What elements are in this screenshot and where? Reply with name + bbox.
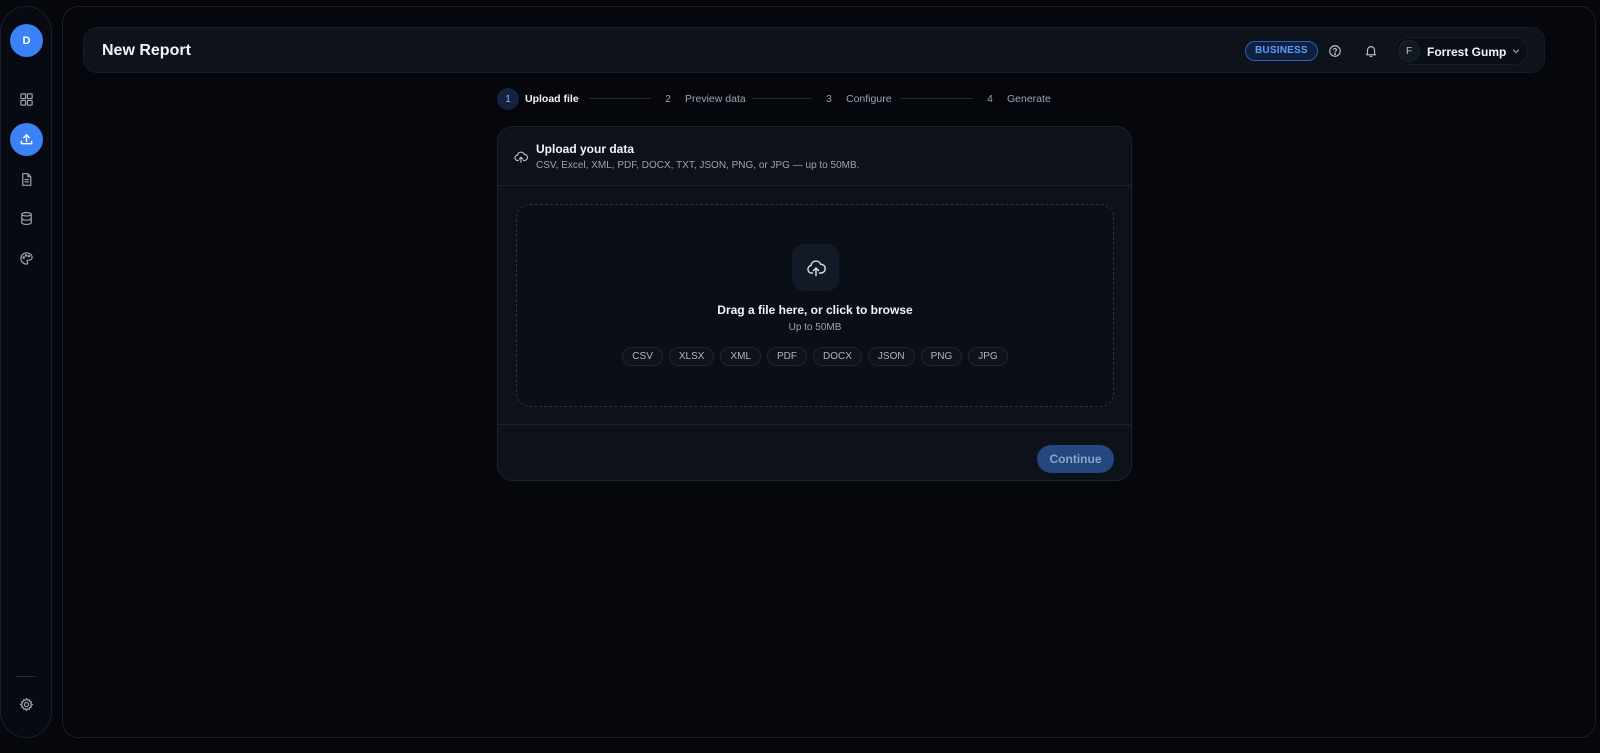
chevron-down-icon xyxy=(1512,49,1520,54)
step-upload-file[interactable]: 1 Upload file xyxy=(497,87,579,111)
user-menu[interactable]: F Forrest Gump xyxy=(1394,37,1528,65)
page-title: New Report xyxy=(102,42,191,59)
format-chip: PNG xyxy=(920,347,963,366)
sidebar-item-dashboard[interactable] xyxy=(10,83,43,116)
step-generate[interactable]: 4 Generate xyxy=(979,87,1051,111)
help-circle-icon xyxy=(1329,45,1341,57)
cloud-upload-icon xyxy=(806,259,826,276)
dropzone-subtitle: Up to 50MB xyxy=(788,322,842,333)
format-chip: XML xyxy=(720,347,761,366)
card-subtitle: CSV, Excel, XML, PDF, DOCX, TXT, JSON, P… xyxy=(536,160,860,171)
step-connector xyxy=(752,98,812,99)
gear-icon xyxy=(19,697,34,712)
file-dropzone[interactable]: Drag a file here, or click to browse Up … xyxy=(516,204,1114,407)
upload-icon xyxy=(20,134,33,145)
avatar-initial: F xyxy=(1405,45,1413,57)
help-button[interactable] xyxy=(1326,42,1344,60)
format-chip: PDF xyxy=(767,347,807,366)
card-title: Upload your data xyxy=(536,142,635,156)
sidebar-divider xyxy=(16,676,36,677)
step-label: Upload file xyxy=(525,93,579,105)
format-chip: XLSX xyxy=(668,347,715,366)
notifications-button[interactable] xyxy=(1362,42,1380,60)
format-chip: CSV xyxy=(622,347,663,366)
app-logo[interactable]: D xyxy=(10,24,43,57)
dropzone-title: Drag a file here, or click to browse xyxy=(717,303,913,317)
plan-badge: BUSINESS xyxy=(1245,41,1318,61)
app-root: D New Report BUSINESS F Forrest Gump 1 U… xyxy=(0,0,1600,753)
format-chip: JPG xyxy=(968,347,1008,366)
logo-letter: D xyxy=(22,34,31,47)
step-number: 3 xyxy=(826,93,832,105)
cloud-upload-icon xyxy=(514,151,528,163)
step-preview-data[interactable]: 2 Preview data xyxy=(657,87,746,111)
card-divider xyxy=(498,424,1131,425)
format-chip: JSON xyxy=(867,347,915,366)
sidebar-item-data-sources[interactable] xyxy=(10,202,43,235)
database-icon xyxy=(21,211,32,226)
stepper: 1 Upload file 2 Preview data 3 Configure… xyxy=(497,87,1057,111)
sidebar-item-themes[interactable] xyxy=(10,242,43,275)
sidebar-item-reports[interactable] xyxy=(10,163,43,196)
step-connector xyxy=(589,98,651,99)
palette-icon xyxy=(20,252,33,265)
step-label: Preview data xyxy=(685,93,746,105)
step-label: Configure xyxy=(846,93,892,105)
step-configure[interactable]: 3 Configure xyxy=(818,87,892,111)
document-icon xyxy=(22,173,32,186)
sidebar: D xyxy=(0,6,52,738)
step-label: Generate xyxy=(1007,93,1051,105)
user-name: Forrest Gump xyxy=(1427,45,1507,59)
dropzone-icon-box xyxy=(792,244,839,291)
step-number: 2 xyxy=(665,93,671,105)
sidebar-item-upload[interactable] xyxy=(10,123,43,156)
sidebar-item-settings[interactable] xyxy=(10,688,43,721)
top-header: New Report BUSINESS F Forrest Gump xyxy=(83,27,1545,73)
card-divider xyxy=(498,185,1131,186)
main-panel: New Report BUSINESS F Forrest Gump 1 Upl… xyxy=(62,6,1596,738)
continue-button[interactable]: Continue xyxy=(1037,445,1114,473)
step-number: 1 xyxy=(497,88,519,110)
avatar: F xyxy=(1398,40,1420,62)
format-chips: CSV XLSX XML PDF DOCX JSON PNG JPG xyxy=(517,347,1113,366)
step-connector xyxy=(900,98,973,99)
step-number: 4 xyxy=(987,93,993,105)
grid-icon xyxy=(20,93,33,106)
bell-icon xyxy=(1366,46,1376,58)
upload-card: Upload your data CSV, Excel, XML, PDF, D… xyxy=(497,126,1132,481)
format-chip: DOCX xyxy=(813,347,862,366)
